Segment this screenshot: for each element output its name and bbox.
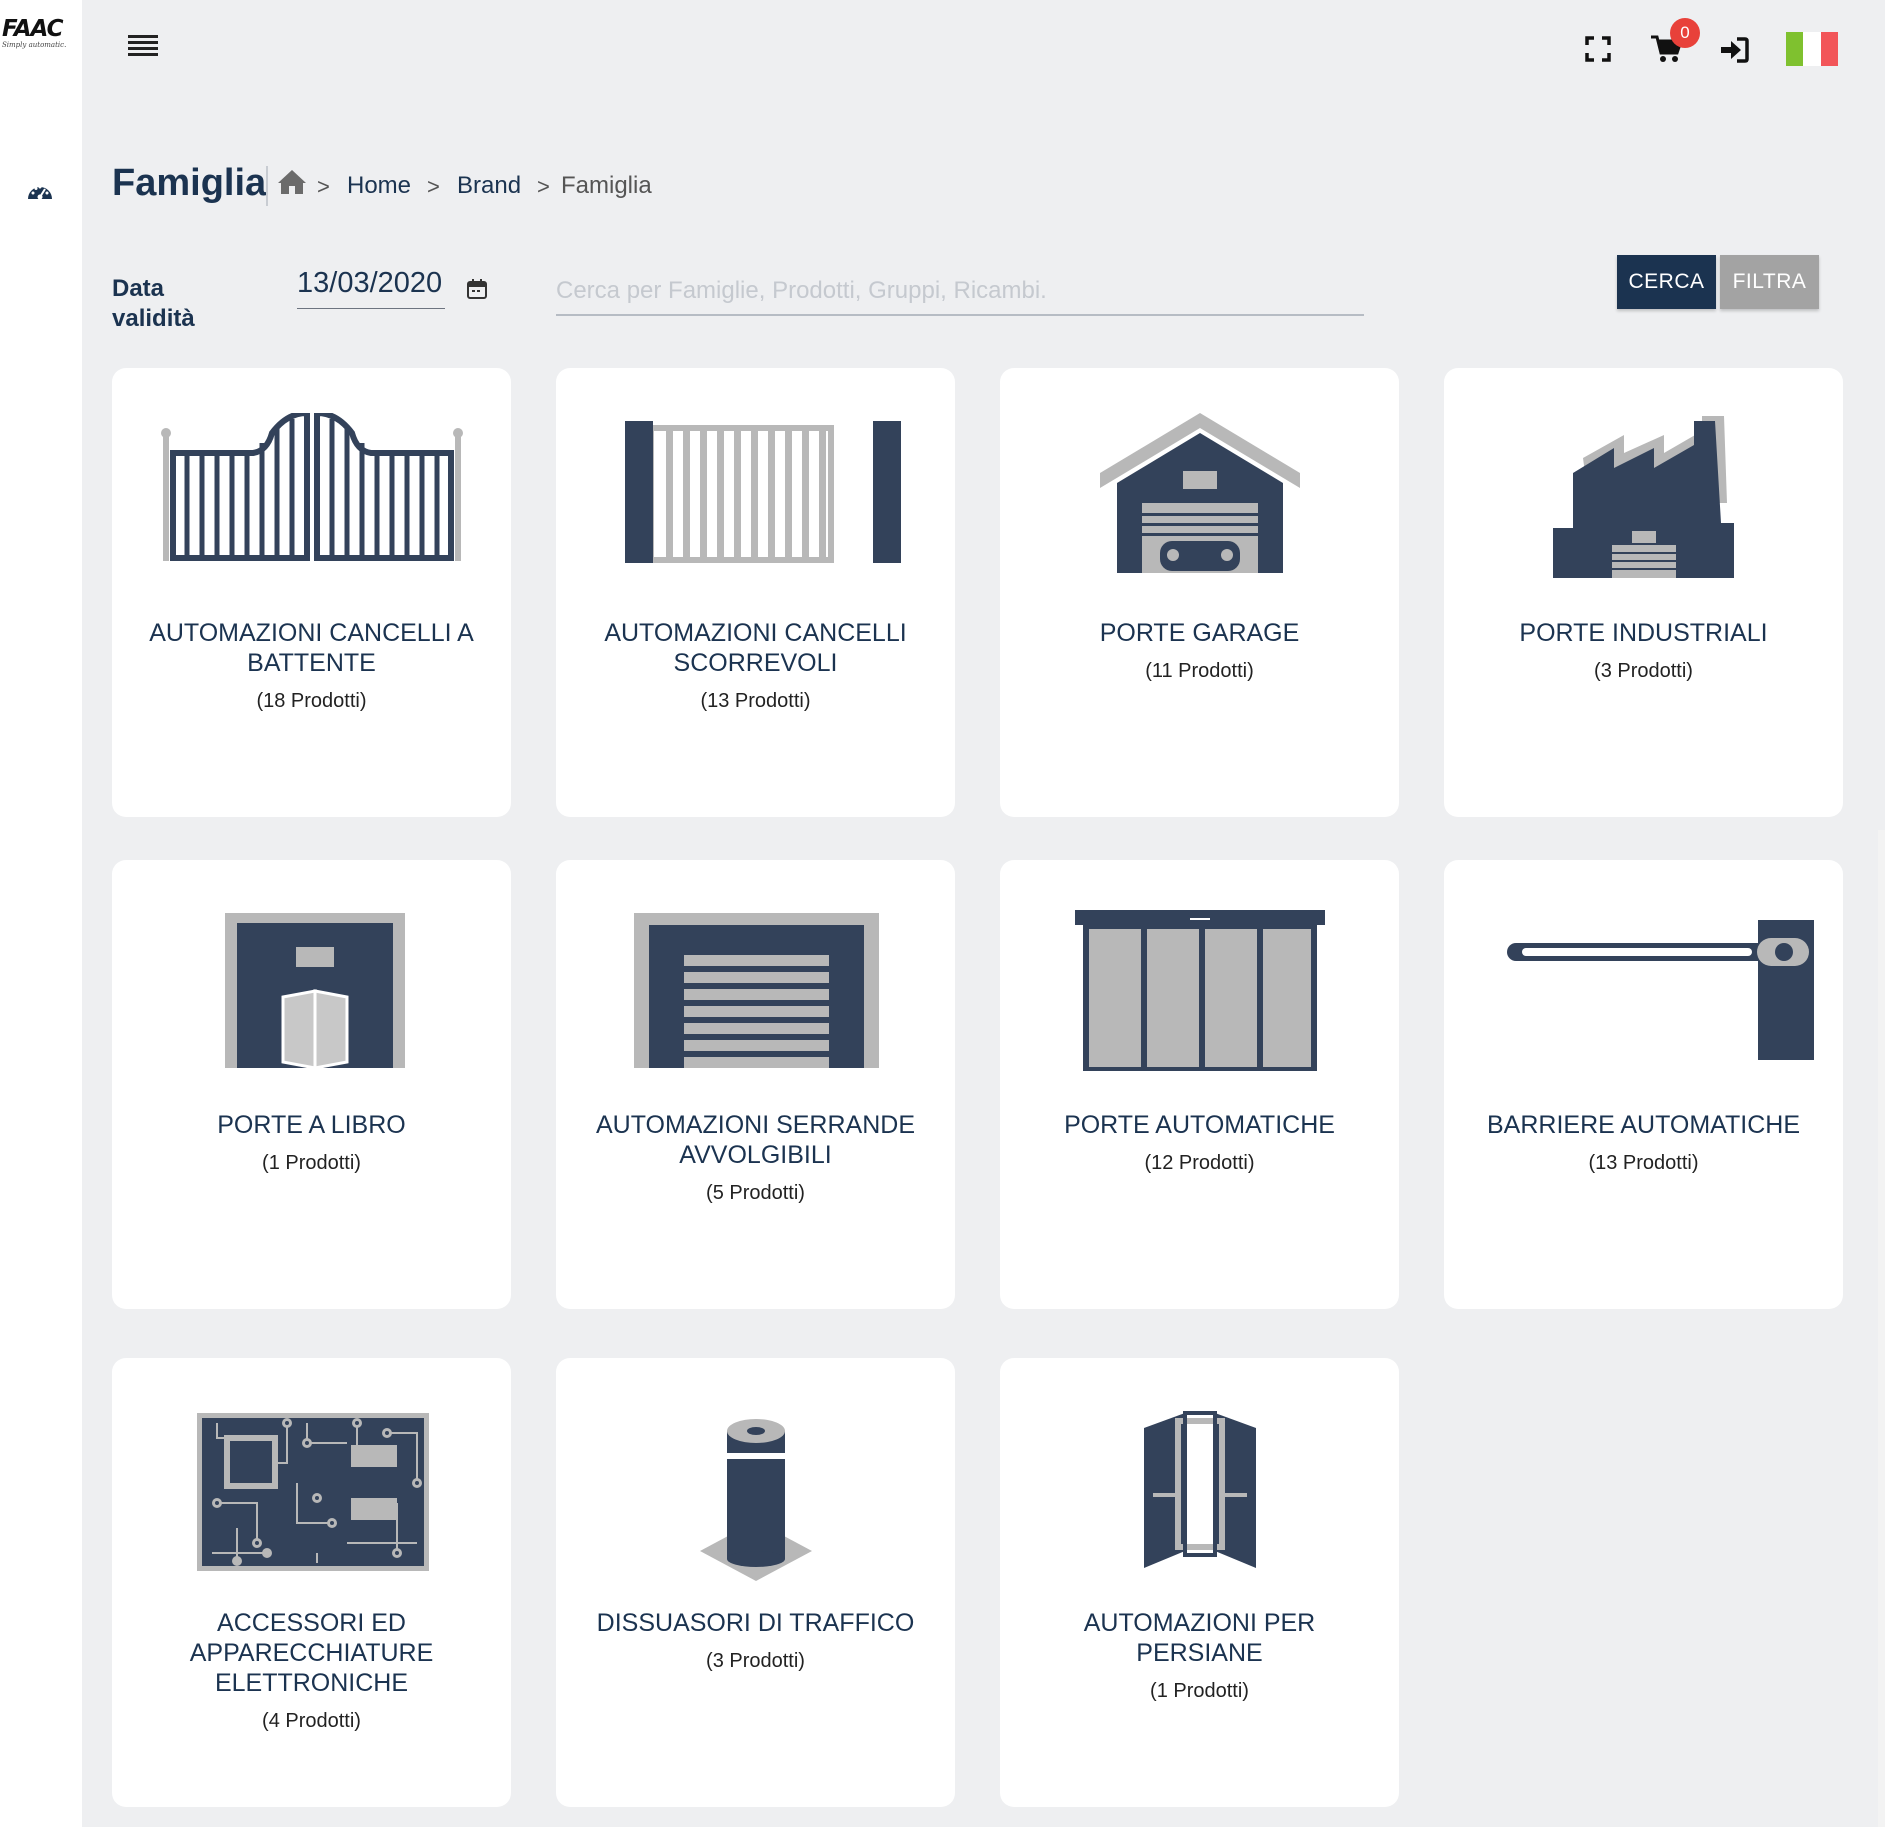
date-validity-label: Data validità [112, 275, 195, 332]
family-name: AUTOMAZIONI PER PERSIANE (1 Prodotti) [1018, 1608, 1381, 1706]
swing-gate-icon [112, 413, 511, 593]
hamburger-menu-icon[interactable] [128, 34, 158, 56]
family-card[interactable]: PORTE AUTOMATICHE (12 Prodotti) [1000, 860, 1399, 1309]
family-name: PORTE A LIBRO (1 Prodotti) [130, 1110, 493, 1178]
family-product-count: (3 Prodotti) [706, 1650, 805, 1672]
sliding-gate-icon [556, 413, 955, 593]
family-card[interactable]: AUTOMAZIONI SERRANDE AVVOLGIBILI (5 Prod… [556, 860, 955, 1309]
family-product-count: (13 Prodotti) [1588, 1152, 1699, 1174]
brand-logo[interactable]: FAAC Simply automatic. [2, 18, 76, 50]
family-card[interactable]: AUTOMAZIONI CANCELLI SCORREVOLI (13 Prod… [556, 368, 955, 817]
family-name: PORTE INDUSTRIALI (3 Prodotti) [1462, 618, 1825, 686]
family-name: BARRIERE AUTOMATICHE (13 Prodotti) [1462, 1110, 1825, 1178]
flag-stripe-green [1786, 32, 1804, 66]
family-card[interactable]: PORTE INDUSTRIALI (3 Prodotti) [1444, 368, 1843, 817]
family-product-count: (3 Prodotti) [1594, 660, 1693, 682]
family-card[interactable]: AUTOMAZIONI CANCELLI A BATTENTE (18 Prod… [112, 368, 511, 817]
home-icon[interactable] [277, 168, 307, 196]
family-name: DISSUASORI DI TRAFFICO (3 Prodotti) [574, 1608, 937, 1676]
family-product-count: (4 Prodotti) [262, 1710, 361, 1732]
bollard-icon [556, 1403, 955, 1583]
family-card[interactable]: PORTE GARAGE (11 Prodotti) [1000, 368, 1399, 817]
breadcrumb-separator: > [537, 174, 550, 199]
dashboard-icon[interactable] [26, 179, 54, 201]
family-name: AUTOMAZIONI SERRANDE AVVOLGIBILI (5 Prod… [574, 1110, 937, 1208]
family-card[interactable]: PORTE A LIBRO (1 Prodotti) [112, 860, 511, 1309]
breadcrumb-home[interactable]: Home [347, 172, 411, 200]
family-card[interactable]: ACCESSORI ED APPARECCHIATURE ELETTRONICH… [112, 1358, 511, 1807]
date-validity-field[interactable]: 13/03/2020 [297, 267, 445, 309]
page-title: Famiglia [112, 162, 267, 204]
folding-door-icon [112, 905, 511, 1085]
family-card[interactable]: AUTOMAZIONI PER PERSIANE (1 Prodotti) [1000, 1358, 1399, 1807]
search-button[interactable]: CERCA [1617, 255, 1716, 309]
breadcrumb-current: Famiglia [561, 172, 652, 199]
family-product-count: (13 Prodotti) [700, 690, 811, 712]
title-divider [266, 166, 268, 206]
family-card[interactable]: BARRIERE AUTOMATICHE (13 Prodotti) [1444, 860, 1843, 1309]
barrier-icon [1444, 905, 1843, 1085]
family-product-count: (18 Prodotti) [256, 690, 367, 712]
family-name: AUTOMAZIONI CANCELLI SCORREVOLI (13 Prod… [574, 618, 937, 716]
garage-door-icon [1000, 413, 1399, 593]
search-input[interactable] [556, 268, 1364, 316]
filter-button[interactable]: FILTRA [1720, 255, 1819, 309]
page-scrollbar[interactable] [1878, 830, 1885, 1827]
family-card[interactable]: DISSUASORI DI TRAFFICO (3 Prodotti) [556, 1358, 955, 1807]
breadcrumb-separator: > [427, 174, 440, 199]
automatic-door-icon [1000, 905, 1399, 1085]
cart-count-badge: 0 [1670, 18, 1700, 48]
circuit-board-icon [112, 1403, 511, 1583]
family-product-count: (5 Prodotti) [706, 1182, 805, 1204]
shutters-icon [1000, 1403, 1399, 1583]
breadcrumb-separator: > [317, 174, 330, 199]
breadcrumb-brand[interactable]: Brand [457, 172, 521, 200]
family-name: PORTE AUTOMATICHE (12 Prodotti) [1018, 1110, 1381, 1178]
language-flag-italy[interactable] [1786, 32, 1838, 66]
calendar-icon[interactable] [466, 278, 488, 300]
fullscreen-icon[interactable] [1585, 36, 1611, 62]
family-product-count: (1 Prodotti) [262, 1152, 361, 1174]
factory-icon [1444, 413, 1843, 593]
family-product-count: (12 Prodotti) [1144, 1152, 1255, 1174]
rolling-shutter-icon [556, 905, 955, 1085]
family-name: AUTOMAZIONI CANCELLI A BATTENTE (18 Prod… [130, 618, 493, 716]
family-product-count: (1 Prodotti) [1150, 1680, 1249, 1702]
family-name: PORTE GARAGE (11 Prodotti) [1018, 618, 1381, 686]
login-icon[interactable] [1719, 36, 1749, 64]
flag-stripe-white [1803, 32, 1821, 66]
flag-stripe-red [1820, 32, 1838, 66]
family-product-count: (11 Prodotti) [1145, 660, 1254, 682]
sidebar: FAAC Simply automatic. [0, 0, 82, 1827]
family-name: ACCESSORI ED APPARECCHIATURE ELETTRONICH… [130, 1608, 493, 1736]
